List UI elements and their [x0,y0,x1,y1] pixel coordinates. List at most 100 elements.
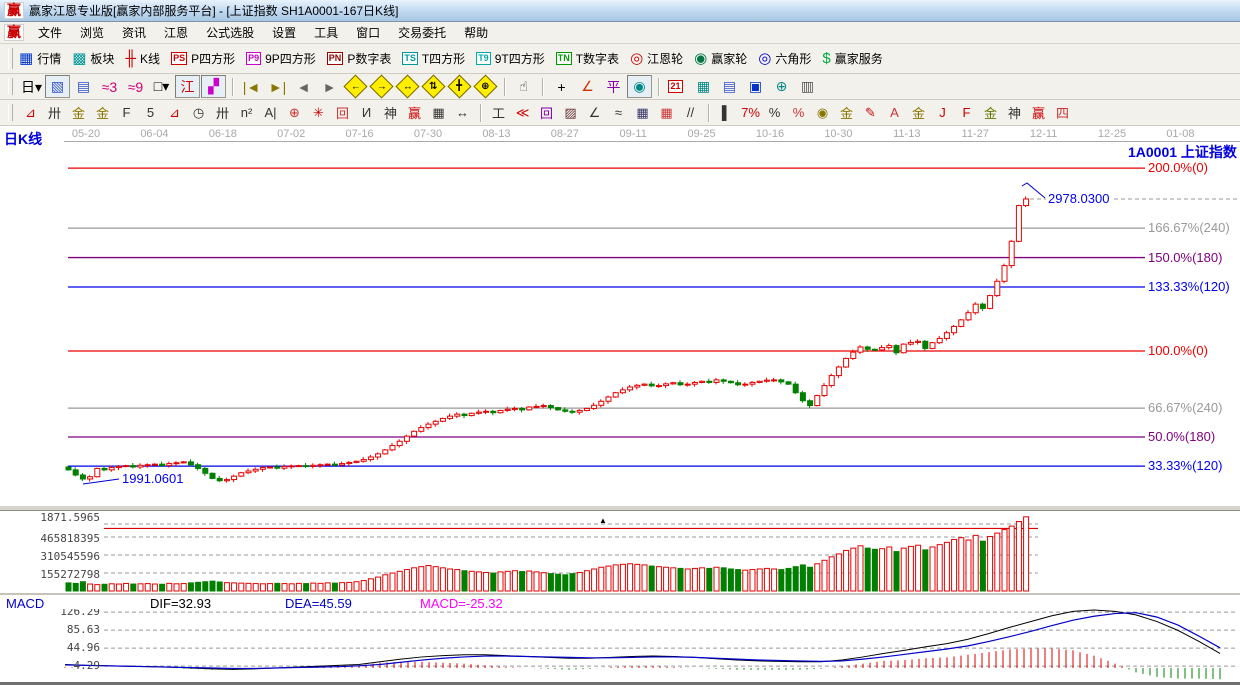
hand-tool-button[interactable]: ☝ [511,75,536,98]
winner-wheel-button[interactable]: ◉赢家轮 [694,50,747,67]
color-histogram-button[interactable]: ▞ [201,75,226,98]
parallel-lines-tool[interactable]: // [679,102,702,123]
red-compass-tool[interactable]: ⊿ [163,102,186,123]
prev-bar-button[interactable]: ◄ [291,75,316,98]
gann-tool-button[interactable]: 平 [601,75,626,98]
sectors-button[interactable]: ▩板块 [72,50,114,67]
frame-measure-tool[interactable]: 工 [487,102,510,123]
gold-angle-2-tool[interactable]: 金 [979,102,1002,123]
memo-button[interactable]: ▤ [717,75,742,98]
t-table-button[interactable]: TNT数字表 [556,50,619,67]
menu-item-7[interactable]: 窗口 [347,22,389,43]
gold-circle-tool[interactable]: ◉ [811,102,834,123]
9t-square-button[interactable]: T99T四方形 [476,50,545,67]
gann-sheet-button[interactable]: 江 [175,75,200,98]
t-square-button[interactable]: TST四方形 [402,50,465,67]
percent-tool[interactable]: % [763,102,786,123]
menu-item-3[interactable]: 江恩 [155,22,197,43]
time-cycle-tool[interactable]: ◷ [187,102,210,123]
info-panel-button[interactable]: ▤ [71,75,96,98]
p-table-button[interactable]: PNP数字表 [327,50,392,67]
menu-item-4[interactable]: 公式选股 [197,22,263,43]
expand-y-button[interactable]: ⇅ [421,75,446,98]
menu-item-0[interactable]: 文件 [29,22,71,43]
gann-wheel-button[interactable]: ◎江恩轮 [630,50,683,67]
gold-bars-tool[interactable]: 金 [835,102,858,123]
menu-item-2[interactable]: 资讯 [113,22,155,43]
radial-fan-tool[interactable]: ≪ [511,102,534,123]
price-grid-tool[interactable]: ▦ [427,102,450,123]
web-update-button[interactable]: ⊕ [769,75,794,98]
candle-style-button[interactable]: □▾ [149,75,174,98]
shen-lines-tool[interactable]: 神 [379,102,402,123]
percent-red-tool[interactable]: 7% [739,102,762,123]
purple-frame-tool[interactable]: 回 [535,102,558,123]
shen-angle-tool[interactable]: 神 [1003,102,1026,123]
ying-angle-tool[interactable]: 赢 [1027,102,1050,123]
shaded-frame-tool[interactable]: ▨ [559,102,582,123]
toolbar-grip[interactable] [8,78,13,96]
five-lines-tool[interactable]: 5 [139,102,162,123]
remote-service-button[interactable]: ▥ [795,75,820,98]
wave-v-tool[interactable]: ≈ [607,102,630,123]
j-angle-tool[interactable]: J [931,102,954,123]
period-day-button[interactable]: 日▾ [19,75,44,98]
square-spiral-tool[interactable]: 回 [331,102,354,123]
si-angle-tool[interactable]: 四 [1051,102,1074,123]
wave-9-button[interactable]: ≈9 [123,75,148,98]
full-view-button[interactable]: ⊕ [473,75,498,98]
mirror-line-tool[interactable]: A| [259,102,282,123]
menu-item-1[interactable]: 浏览 [71,22,113,43]
menu-item-8[interactable]: 交易委托 [389,22,455,43]
f-angle-tool[interactable]: F [955,102,978,123]
wave-a-tool[interactable]: A [883,102,906,123]
quotes-button[interactable]: ▦行情 [19,50,61,67]
percent-lines-tool[interactable]: % [787,102,810,123]
gold-lines-1-tool[interactable]: 金 [67,102,90,123]
wave-mark-tool[interactable]: И [355,102,378,123]
angle-tool-button[interactable]: ∠ [575,75,600,98]
menu-item-9[interactable]: 帮助 [455,22,497,43]
toolbar-grip[interactable] [8,104,13,122]
grid-red-tool[interactable]: ▦ [655,102,678,123]
next-bar-button[interactable]: ► [317,75,342,98]
hexagon-button[interactable]: ◎六角形 [758,50,811,67]
line-batch-tool[interactable]: 卅 [211,102,234,123]
expand-x-button[interactable]: ↔ [395,75,420,98]
expand-all-button[interactable]: ╋ [447,75,472,98]
calendar-button[interactable]: 21 [665,75,690,98]
calculator-button[interactable]: ▦ [691,75,716,98]
circle-cross-tool[interactable]: ⊕ [283,102,306,123]
last-bar-button[interactable]: ►| [265,75,290,98]
grid-dark-tool[interactable]: ▦ [631,102,654,123]
ying-lines-tool[interactable]: 赢 [403,102,426,123]
smart-brain-button[interactable]: ◉ [627,75,652,98]
shift-left-button[interactable]: ← [343,75,368,98]
save-button[interactable]: ▣ [743,75,768,98]
kline-button[interactable]: ╫K线 [125,50,160,67]
9p-square-button[interactable]: P99P四方形 [246,50,316,67]
first-bar-button[interactable]: |◄ [239,75,264,98]
gold-angle-tool[interactable]: 金 [907,102,930,123]
gold-lines-2-tool[interactable]: 金 [91,102,114,123]
menu-item-5[interactable]: 设置 [263,22,305,43]
wave-3-button[interactable]: ≈3 [97,75,122,98]
f-lines-tool[interactable]: F [115,102,138,123]
crosshair-tool-button[interactable]: + [549,75,574,98]
panel-separator[interactable] [0,505,1240,511]
menu-item-6[interactable]: 工具 [305,22,347,43]
toolbar-grip[interactable] [8,48,13,68]
shift-right-button[interactable]: → [369,75,394,98]
angle-ruler-tool[interactable]: ⊿ [19,102,42,123]
p-square-button[interactable]: PSP四方形 [171,50,235,67]
winner-service-button[interactable]: $赢家服务 [822,50,882,67]
pen-mark-tool[interactable]: ✎ [859,102,882,123]
zoom-window-button[interactable]: ▧ [45,75,70,98]
gann-lines-tool[interactable]: 卅 [43,102,66,123]
macd-title[interactable]: MACD [6,596,44,611]
angle-fan-tool[interactable]: ∠ [583,102,606,123]
span-measure-tool[interactable]: ↔ [451,102,474,123]
star-rays-tool[interactable]: ✳ [307,102,330,123]
n-square-tool[interactable]: n² [235,102,258,123]
ratio-bars-tool[interactable]: ▌ [715,102,738,123]
